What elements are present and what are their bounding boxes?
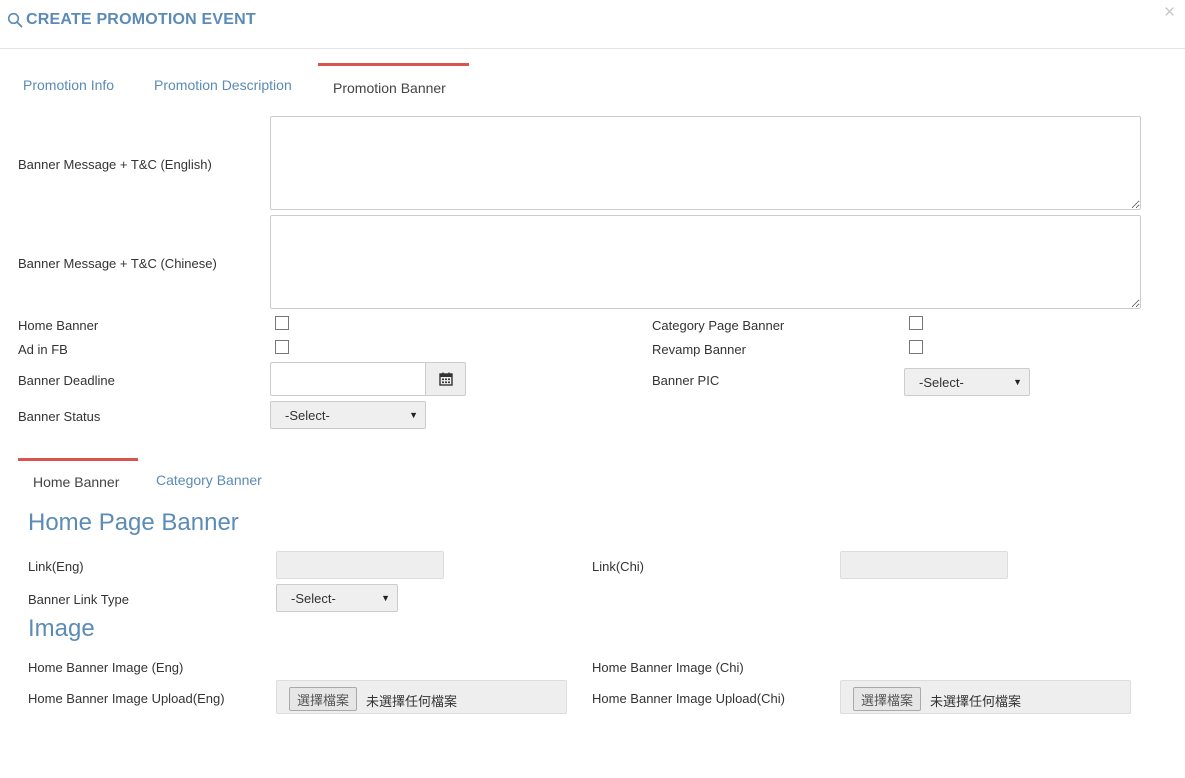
link-eng-input[interactable] — [276, 551, 444, 579]
link-chi-input[interactable] — [840, 551, 1008, 579]
banner-deadline-input[interactable] — [270, 362, 426, 396]
ad-in-fb-checkbox[interactable] — [275, 340, 289, 354]
home-banner-label: Home Banner — [18, 318, 99, 333]
no-file-chosen-text: 未選擇任何檔案 — [930, 695, 1022, 710]
banner-pic-label: Banner PIC — [652, 373, 720, 388]
choose-file-button[interactable]: 選擇檔案 — [289, 687, 358, 711]
caret-down-icon: ▼ — [1013, 377, 1022, 387]
banner-deadline-label: Banner Deadline — [18, 373, 115, 388]
banner-pic-value: -Select- — [919, 374, 964, 390]
tab-promotion-description[interactable]: Promotion Description — [154, 77, 292, 93]
home-banner-checkbox[interactable] — [275, 316, 289, 330]
category-page-banner-label: Category Page Banner — [652, 318, 785, 333]
close-icon[interactable]: × — [1164, 3, 1175, 23]
tab-home-banner[interactable]: Home Banner — [18, 458, 138, 490]
banner-status-select[interactable]: -Select- ▼ — [270, 401, 426, 429]
home-banner-image-upload-eng-label: Home Banner Image Upload(Eng) — [28, 691, 225, 706]
tab-promotion-banner[interactable]: Promotion Banner — [318, 63, 469, 96]
banner-pic-select[interactable]: -Select- ▼ — [904, 368, 1030, 396]
link-chi-label: Link(Chi) — [592, 559, 645, 574]
choose-file-button[interactable]: 選擇檔案 — [853, 687, 922, 711]
caret-down-icon: ▼ — [409, 410, 418, 420]
file-upload-eng: 選擇檔案 未選擇任何檔案 — [276, 680, 567, 714]
banner-status-label: Banner Status — [18, 409, 101, 424]
date-picker-button[interactable] — [426, 362, 466, 396]
banner-link-type-select[interactable]: -Select- ▼ — [276, 584, 398, 612]
no-file-chosen-text: 未選擇任何檔案 — [366, 695, 458, 710]
ad-in-fb-label: Ad in FB — [18, 342, 68, 357]
search-icon — [7, 12, 23, 28]
banner-message-english-textarea[interactable] — [270, 116, 1141, 210]
caret-down-icon: ▼ — [381, 593, 390, 603]
banner-link-type-value: -Select- — [291, 590, 336, 606]
banner-link-type-label: Banner Link Type — [28, 592, 129, 607]
tab-promotion-info[interactable]: Promotion Info — [23, 77, 114, 93]
calendar-icon — [438, 372, 453, 386]
home-page-banner-heading: Home Page Banner — [28, 509, 239, 536]
home-banner-image-eng-label: Home Banner Image (Eng) — [28, 660, 184, 675]
banner-message-english-label: Banner Message + T&C (English) — [18, 157, 212, 172]
link-eng-label: Link(Eng) — [28, 559, 84, 574]
banner-message-chinese-textarea[interactable] — [270, 215, 1141, 309]
image-heading: Image — [28, 615, 95, 642]
file-upload-chi: 選擇檔案 未選擇任何檔案 — [840, 680, 1131, 714]
home-banner-image-upload-chi-label: Home Banner Image Upload(Chi) — [592, 691, 785, 706]
banner-message-chinese-label: Banner Message + T&C (Chinese) — [18, 256, 217, 271]
home-banner-image-chi-label: Home Banner Image (Chi) — [592, 660, 744, 675]
tab-category-banner[interactable]: Category Banner — [156, 472, 262, 488]
modal-header: CREATE PROMOTION EVENT × — [0, 0, 1185, 49]
banner-status-value: -Select- — [285, 407, 330, 423]
category-page-banner-checkbox[interactable] — [909, 316, 923, 330]
revamp-banner-label: Revamp Banner — [652, 342, 746, 357]
revamp-banner-checkbox[interactable] — [909, 340, 923, 354]
modal-title: CREATE PROMOTION EVENT — [26, 11, 256, 28]
